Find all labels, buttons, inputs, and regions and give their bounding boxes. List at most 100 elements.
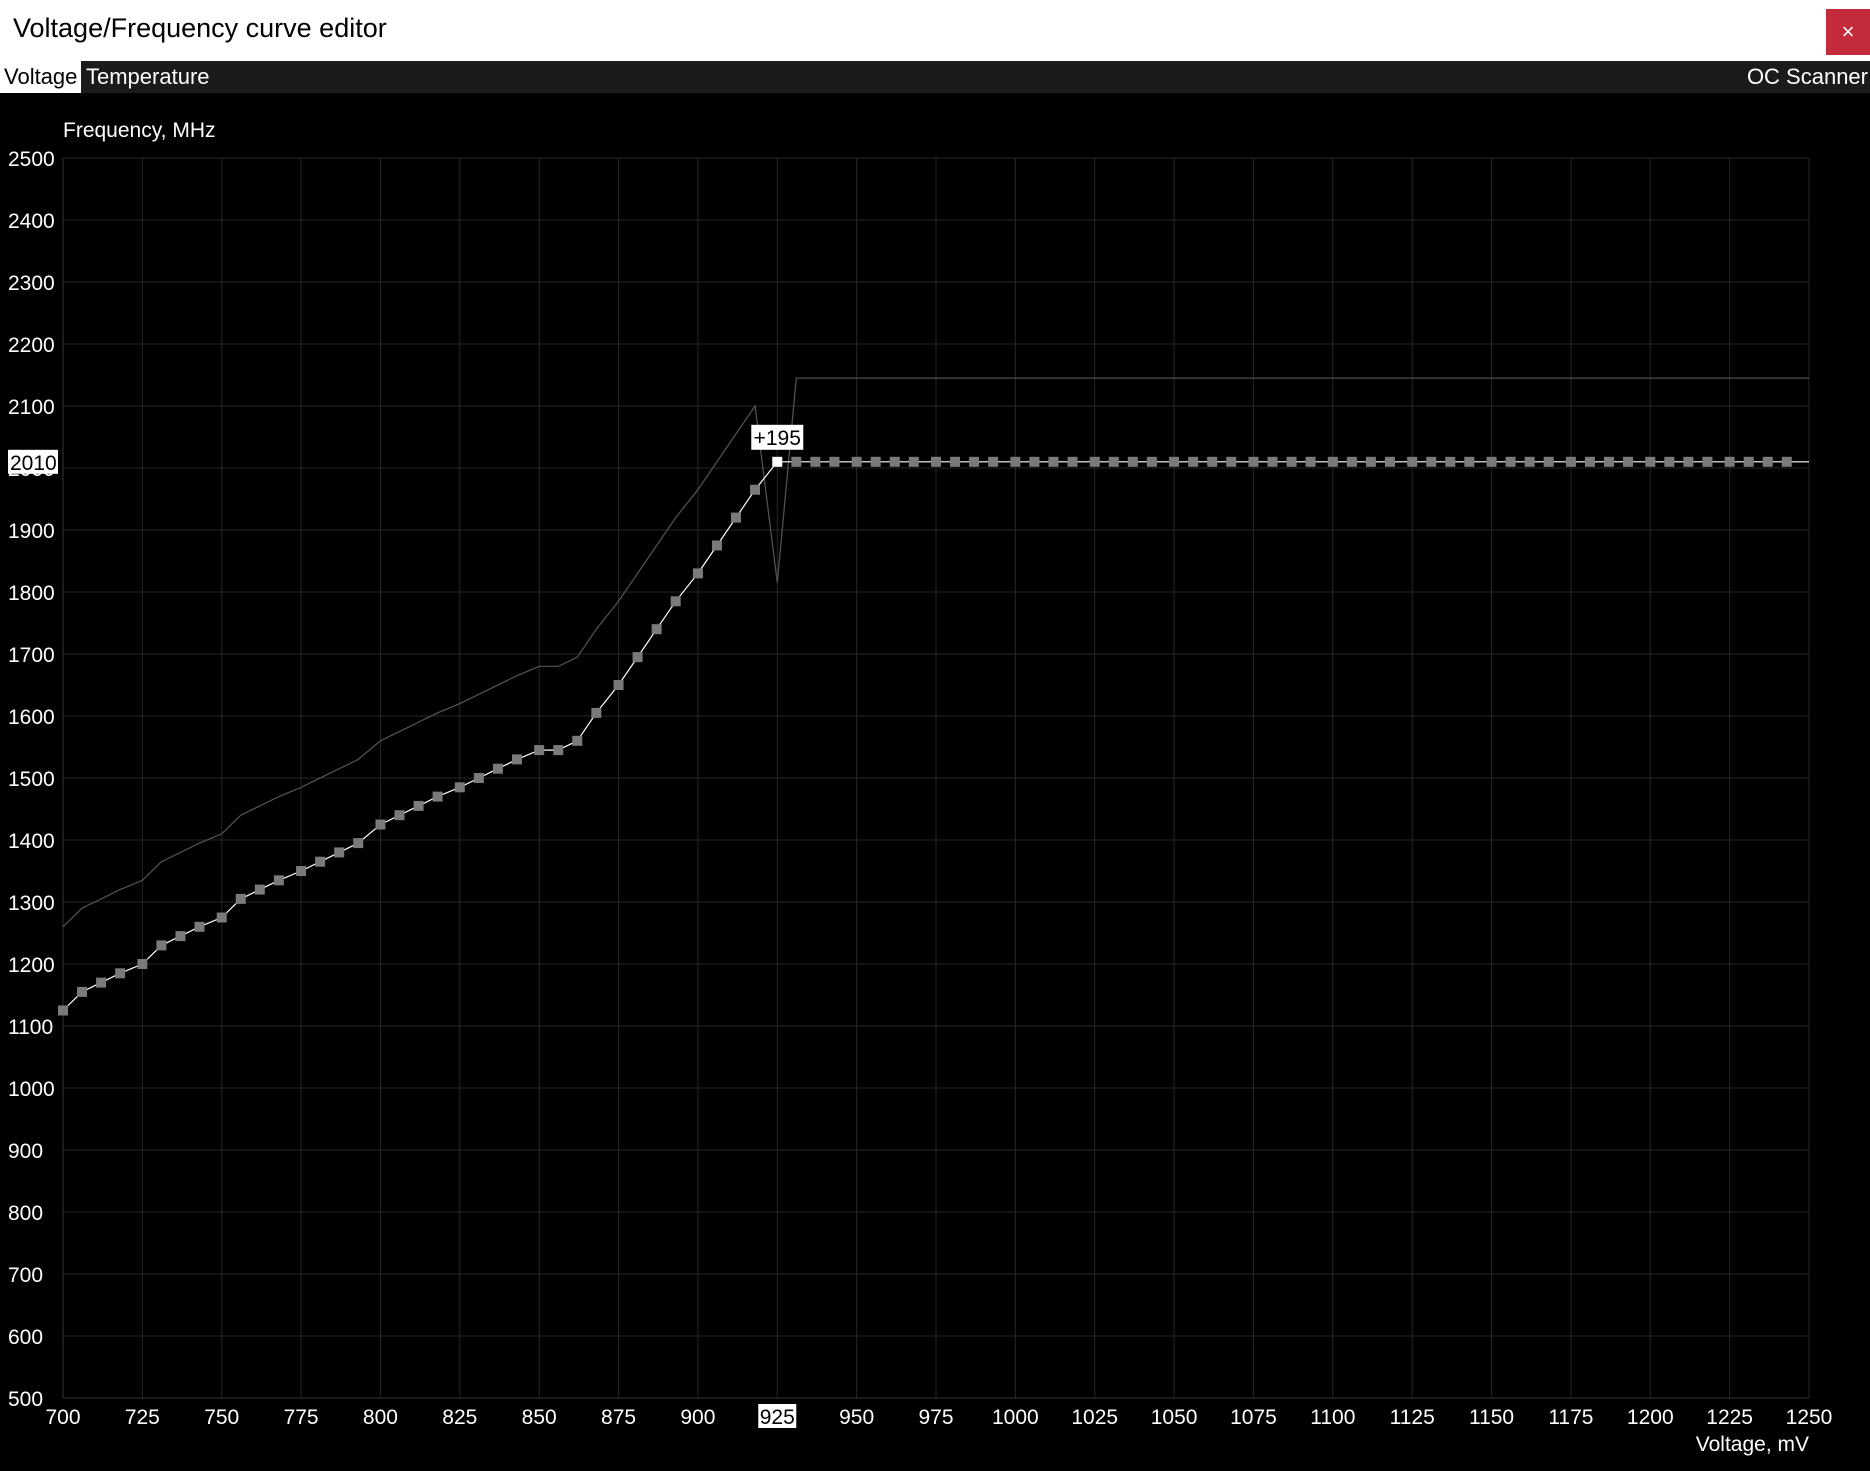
curve-point[interactable] bbox=[1169, 456, 1180, 467]
curve-point[interactable] bbox=[1683, 456, 1694, 467]
curve-point[interactable] bbox=[632, 652, 643, 663]
x-tick-label: 1175 bbox=[1548, 1406, 1593, 1429]
curve-point[interactable] bbox=[1743, 456, 1754, 467]
y-tick-label: 2300 bbox=[8, 272, 55, 295]
curve-point[interactable] bbox=[553, 745, 564, 756]
curve-point[interactable] bbox=[1305, 456, 1316, 467]
offset-label: +195 bbox=[754, 427, 801, 450]
curve-point[interactable] bbox=[1426, 456, 1437, 467]
curve-point[interactable] bbox=[1188, 456, 1199, 467]
curve-point[interactable] bbox=[1346, 456, 1357, 467]
curve-point[interactable] bbox=[711, 540, 722, 551]
curve-point[interactable] bbox=[334, 847, 345, 858]
curve-point[interactable] bbox=[1724, 456, 1735, 467]
curve-point[interactable] bbox=[492, 763, 503, 774]
curve-point[interactable] bbox=[750, 484, 761, 495]
curve-point[interactable] bbox=[1762, 456, 1773, 467]
curve-point[interactable] bbox=[1226, 456, 1237, 467]
curve-point[interactable] bbox=[651, 624, 662, 635]
curve-point[interactable] bbox=[950, 456, 961, 467]
selected-curve-point[interactable] bbox=[772, 456, 783, 467]
curve-point[interactable] bbox=[969, 456, 980, 467]
oc-scanner-button[interactable]: OC Scanner bbox=[1743, 61, 1870, 93]
curve-point[interactable] bbox=[473, 773, 484, 783]
curve-point[interactable] bbox=[791, 456, 802, 467]
y-tick-label: 1400 bbox=[8, 830, 55, 853]
curve-point[interactable] bbox=[77, 986, 88, 997]
curve-point[interactable] bbox=[216, 912, 227, 923]
curve-point[interactable] bbox=[1505, 456, 1516, 467]
curve-point[interactable] bbox=[1286, 456, 1297, 467]
curve-point[interactable] bbox=[692, 568, 703, 579]
curve-point[interactable] bbox=[1146, 456, 1157, 467]
curve-point[interactable] bbox=[1048, 456, 1059, 467]
curve-point[interactable] bbox=[1267, 456, 1278, 467]
curve-point[interactable] bbox=[889, 456, 900, 467]
curve-point[interactable] bbox=[432, 791, 443, 802]
curve-point[interactable] bbox=[1127, 456, 1138, 467]
curve-point[interactable] bbox=[1089, 456, 1100, 467]
curve-point[interactable] bbox=[1067, 456, 1078, 467]
tab-temperature[interactable]: Temperature bbox=[82, 61, 214, 93]
curve-point[interactable] bbox=[137, 959, 148, 969]
curve-point[interactable] bbox=[1248, 456, 1259, 467]
curve-point[interactable] bbox=[1664, 456, 1675, 467]
curve-point[interactable] bbox=[851, 456, 862, 467]
curve-point[interactable] bbox=[988, 456, 999, 467]
curve-point[interactable] bbox=[613, 680, 624, 690]
curve-point[interactable] bbox=[1464, 456, 1475, 467]
curve-point[interactable] bbox=[413, 800, 424, 811]
vf-curve-chart[interactable]: 700 725 750 775 800 825 850 875 900 925 950 975 1000… bbox=[0, 93, 1870, 1471]
curve-point[interactable] bbox=[511, 754, 522, 765]
curve-point[interactable] bbox=[115, 968, 126, 979]
curve-point[interactable] bbox=[870, 456, 881, 467]
curve-point[interactable] bbox=[58, 1005, 68, 1016]
curve-point[interactable] bbox=[273, 875, 284, 886]
curve-point[interactable] bbox=[1010, 456, 1021, 467]
curve-point[interactable] bbox=[1702, 456, 1713, 467]
curve-point[interactable] bbox=[572, 735, 583, 746]
curve-point[interactable] bbox=[375, 819, 386, 830]
curve-point[interactable] bbox=[1645, 456, 1656, 467]
curve-point[interactable] bbox=[1486, 456, 1497, 467]
close-button[interactable]: × bbox=[1826, 9, 1870, 55]
curve-point[interactable] bbox=[731, 512, 742, 523]
curve-point[interactable] bbox=[156, 940, 167, 951]
tab-voltage[interactable]: Voltage bbox=[0, 61, 82, 93]
curve-point[interactable] bbox=[296, 866, 307, 876]
curve-point[interactable] bbox=[1407, 456, 1418, 467]
curve-point[interactable] bbox=[1384, 456, 1395, 467]
curve-point[interactable] bbox=[1108, 456, 1119, 467]
y-tick-label: 800 bbox=[8, 1202, 43, 1225]
curve-point[interactable] bbox=[1365, 456, 1376, 467]
curve-point[interactable] bbox=[534, 745, 545, 756]
curve-point[interactable] bbox=[829, 456, 840, 467]
curve-point[interactable] bbox=[1623, 456, 1634, 467]
curve-point[interactable] bbox=[1604, 456, 1615, 467]
curve-point[interactable] bbox=[908, 456, 919, 467]
curve-point[interactable] bbox=[1565, 456, 1576, 467]
curve-point[interactable] bbox=[591, 707, 602, 718]
curve-point[interactable] bbox=[1781, 456, 1792, 467]
curve-point[interactable] bbox=[1524, 456, 1535, 467]
curve-point[interactable] bbox=[194, 921, 205, 932]
curve-point[interactable] bbox=[353, 838, 364, 849]
curve-point[interactable] bbox=[1327, 456, 1338, 467]
curve-point[interactable] bbox=[235, 893, 246, 904]
curve-point[interactable] bbox=[1584, 456, 1595, 467]
curve-point[interactable] bbox=[1445, 456, 1456, 467]
curve-point[interactable] bbox=[1543, 456, 1554, 467]
curve-point[interactable] bbox=[454, 782, 465, 793]
curve-series[interactable] bbox=[58, 377, 1809, 1016]
curve-point[interactable] bbox=[1207, 456, 1218, 467]
curve-point[interactable] bbox=[175, 931, 186, 942]
curve-point[interactable] bbox=[254, 884, 265, 895]
curve-point[interactable] bbox=[810, 456, 821, 467]
y-tick-label: 1300 bbox=[8, 892, 55, 915]
curve-point[interactable] bbox=[1029, 456, 1040, 467]
curve-point[interactable] bbox=[315, 856, 326, 867]
curve-point[interactable] bbox=[96, 977, 107, 988]
curve-point[interactable] bbox=[670, 596, 681, 607]
curve-point[interactable] bbox=[394, 810, 405, 821]
curve-point[interactable] bbox=[931, 456, 941, 467]
